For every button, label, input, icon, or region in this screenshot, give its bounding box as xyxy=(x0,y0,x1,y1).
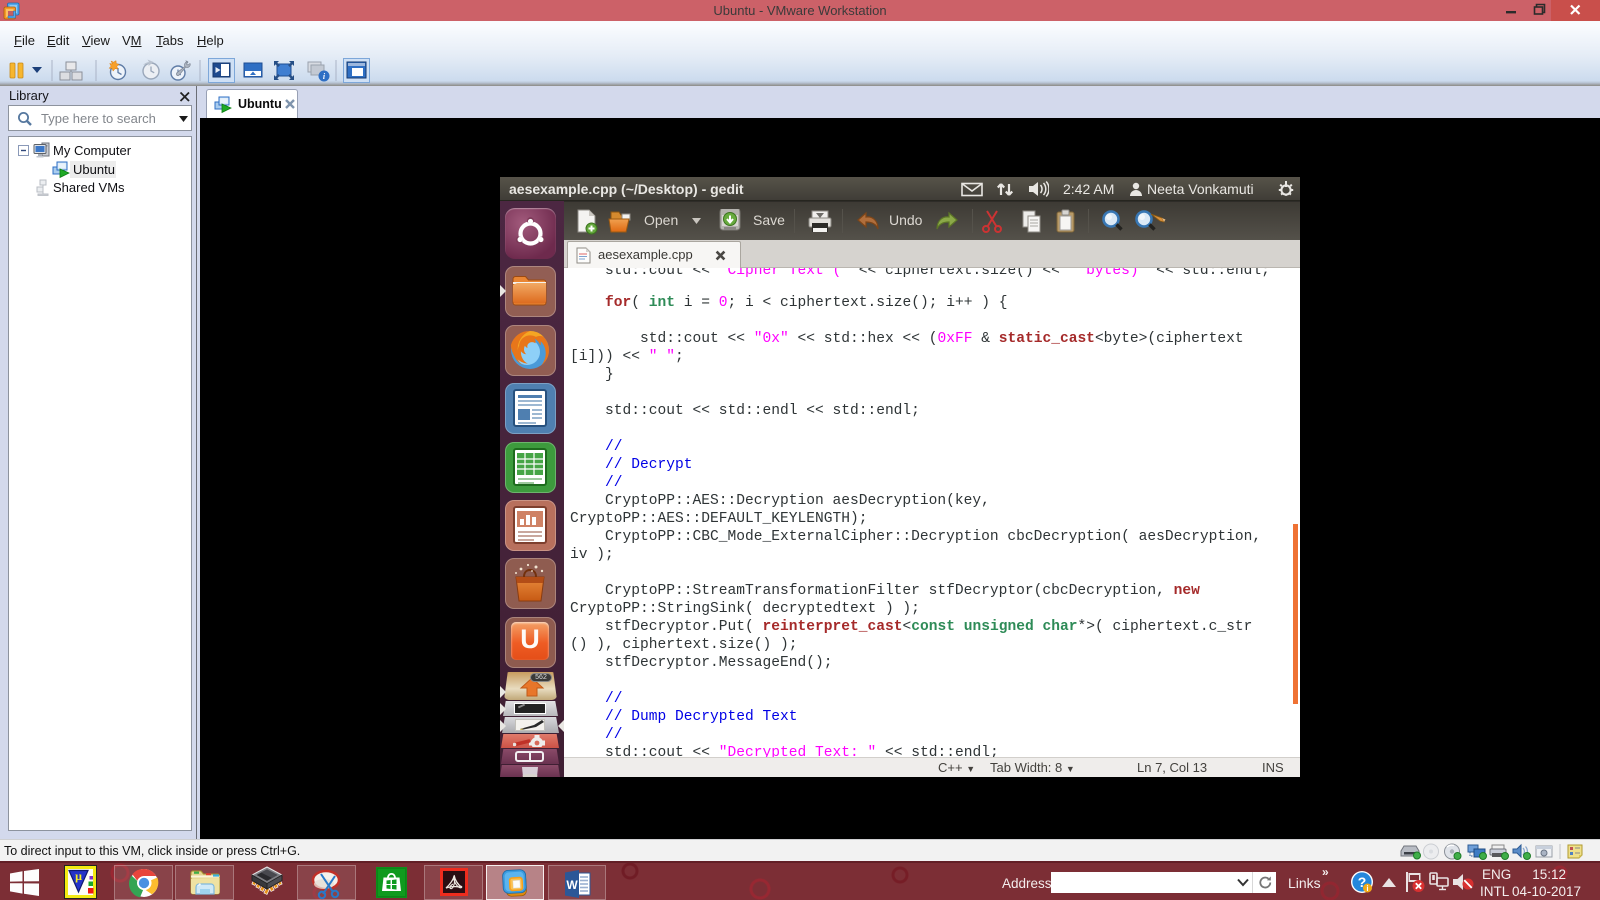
svg-text:μ: μ xyxy=(75,869,82,883)
svg-text:W: W xyxy=(566,878,578,892)
svg-text:i: i xyxy=(1366,884,1368,893)
